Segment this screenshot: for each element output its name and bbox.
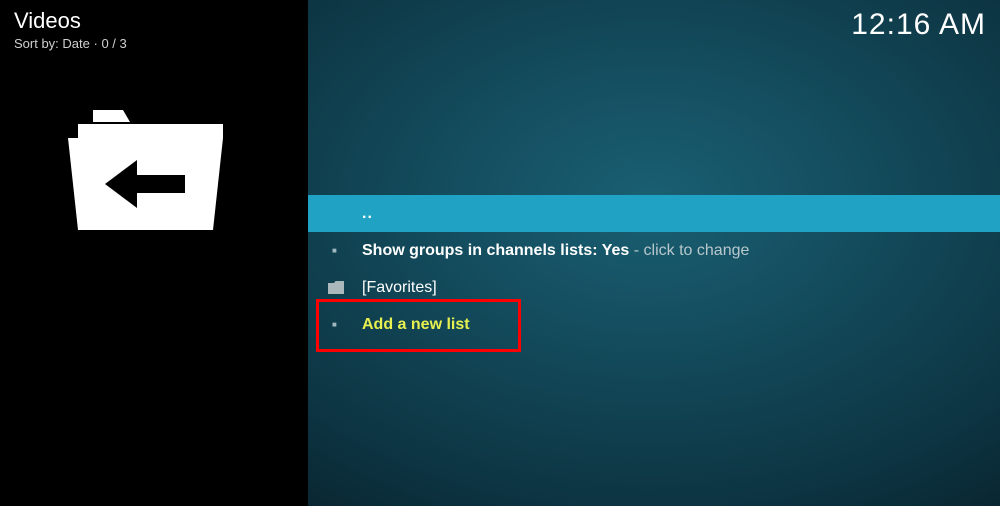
setting-hint: - click to change: [629, 242, 749, 259]
sort-info: Sort by: Date · 0 / 3: [14, 36, 127, 51]
setting-label: Show groups in channels lists: Yes: [362, 242, 629, 259]
list-item-favorites[interactable]: [Favorites]: [308, 269, 1000, 306]
list-item-setting[interactable]: ■ Show groups in channels lists: Yes - c…: [308, 232, 1000, 269]
list-item-add-new[interactable]: ■ Add a new list: [308, 306, 1000, 343]
list-position: 0 / 3: [101, 36, 126, 51]
sort-value: Date: [62, 36, 89, 51]
up-dots: ..: [328, 205, 373, 223]
sort-label: Sort by:: [14, 36, 59, 51]
bullet-icon: ■: [328, 246, 362, 255]
folder-back-icon[interactable]: [68, 110, 233, 230]
favorites-label: [Favorites]: [362, 279, 437, 297]
add-new-label: Add a new list: [362, 316, 470, 334]
bullet-icon: ■: [328, 320, 362, 329]
list-item-up[interactable]: ..: [308, 195, 1000, 232]
page-title: Videos: [14, 8, 127, 34]
folder-icon: [328, 281, 362, 294]
file-list: .. ■ Show groups in channels lists: Yes …: [308, 195, 1000, 343]
clock: 12:16 AM: [851, 8, 986, 42]
header: Videos Sort by: Date · 0 / 3 12:16 AM: [14, 8, 986, 51]
sidebar-panel: [0, 0, 308, 506]
